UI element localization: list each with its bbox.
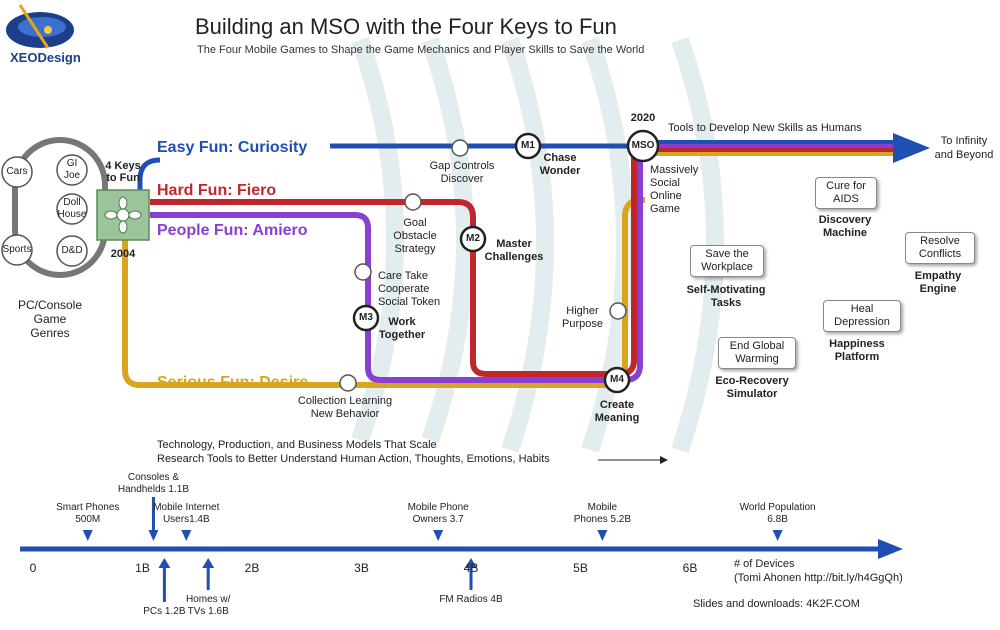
serious-fun-label: Serious Fun: Desire <box>157 374 309 391</box>
axis-marker-above <box>181 530 192 541</box>
stop-care-take <box>354 263 372 281</box>
mso-band-yellow <box>645 152 895 156</box>
stop-goal-label: Goal Obstacle Strategy <box>393 217 437 255</box>
axis-marker-above <box>148 530 159 541</box>
genre-dnd: D&D <box>61 245 83 256</box>
axis-marker-above <box>82 530 93 541</box>
goal-box-aids: Cure for AIDS <box>815 177 877 209</box>
milestone-m1-label: Chase Wonder <box>539 152 581 177</box>
genre-cars: Cars <box>6 166 28 177</box>
milestone-m3-label: Work Together <box>378 316 426 341</box>
axis-marker-above <box>433 530 444 541</box>
goal-box-conflicts: Resolve Conflicts <box>905 232 975 264</box>
axis-annotation-above: Mobile Internet Users1.4B <box>153 502 220 525</box>
logo-text: XEODesign <box>10 50 81 65</box>
goal-box-warming: End Global Warming <box>718 337 796 369</box>
hard-fun-label: Hard Fun: Fiero <box>157 182 277 199</box>
stop-collection-label: Collection Learning New Behavior <box>297 395 393 420</box>
axis-annotation-below: Homes w/ TVs 1.6B <box>185 594 231 617</box>
axis-marker-below <box>202 558 215 568</box>
axis-tick-label: 6B <box>682 561 698 575</box>
diagram-canvas: XEODesign Building an MSO with the Four … <box>0 0 1000 630</box>
devices-label: # of Devices (Tomi Ahonen http://bit.ly/… <box>734 558 903 584</box>
axis-tick-label: 3B <box>354 561 369 575</box>
page-subtitle: The Four Mobile Games to Shape the Game … <box>197 44 645 56</box>
milestone-m4-badge: M4 <box>610 374 624 385</box>
axis-marker-above <box>597 530 608 541</box>
tools-text: Tools to Develop New Skills as Humans <box>668 122 862 134</box>
axis-tick-label: 0 <box>29 561 37 575</box>
mso-year: 2020 <box>630 112 656 124</box>
axis-tick-label: 5B <box>573 561 588 575</box>
mso-label: Massively Social Online Game <box>650 164 699 215</box>
research-arrowhead <box>660 456 668 464</box>
milestone-m1-badge: M1 <box>521 140 535 151</box>
stop-purpose-label: Higher Purpose <box>562 305 603 330</box>
keys-label: 4 Keys to Fun <box>105 160 141 184</box>
infinity-label: To Infinity and Beyond <box>934 135 994 161</box>
axis-annotation-above: Mobile Phones 5.2B <box>573 502 632 525</box>
milestone-m2-label: Master Challenges <box>484 238 544 263</box>
easy-fun-label: Easy Fun: Curiosity <box>157 139 308 156</box>
goal-caption-depression: Happiness Platform <box>829 338 885 363</box>
stop-collection <box>339 374 357 392</box>
axis-tick-label: 2B <box>244 561 260 575</box>
infinity-arrowhead <box>893 133 930 163</box>
genre-sports: Sports <box>2 244 32 255</box>
axis-annotation-above: World Population 6.8B <box>739 502 816 525</box>
axis-annotation-above: Mobile Phone Owners 3.7 <box>407 502 469 525</box>
footer-link[interactable]: Slides and downloads: 4K2F.COM <box>693 598 860 610</box>
page-title: Building an MSO with the Four Keys to Fu… <box>195 14 617 39</box>
axis-annotation-below: FM Radios 4B <box>439 594 503 605</box>
axis-annotation-above: Consoles & Handhelds 1.1B <box>117 472 190 495</box>
goal-caption-conflicts: Empathy Engine <box>914 270 962 295</box>
tech-line-1: Technology, Production, and Business Mod… <box>157 439 437 451</box>
genre-gijoe: GI Joe <box>63 158 81 181</box>
mso-band-red <box>645 148 895 152</box>
genre-dollhouse: Doll House <box>57 197 87 220</box>
axis-marker-above <box>772 530 783 541</box>
xeodesign-logo-icon <box>6 4 74 49</box>
device-axis-arrowhead <box>878 539 903 559</box>
genres-caption: PC/Console Game Genres <box>17 298 83 340</box>
mso-band-purple <box>645 144 895 148</box>
milestone-m4-label: Create Meaning <box>594 399 640 424</box>
goal-caption-workplace: Self-Motivating Tasks <box>686 284 766 309</box>
stop-gap-controls <box>451 139 469 157</box>
stop-higher-purpose <box>609 302 627 320</box>
mso-band-blue <box>645 140 895 144</box>
axis-tick-label: 4B <box>463 561 479 575</box>
tech-line-2: Research Tools to Better Understand Huma… <box>157 453 550 465</box>
stop-care-label: Care Take Cooperate Social Token <box>378 270 441 308</box>
axis-annotation-above: Smart Phones 500M <box>56 502 120 525</box>
keys-year: 2004 <box>110 248 136 260</box>
axis-tick-label: 1B <box>135 561 150 575</box>
goal-box-workplace: Save the Workplace <box>690 245 764 277</box>
stop-gap-label: Gap Controls Discover <box>429 160 495 185</box>
stop-goal-obstacle <box>404 193 422 211</box>
people-fun-label: People Fun: Amiero <box>157 222 308 239</box>
goal-caption-warming: Eco-Recovery Simulator <box>715 375 789 400</box>
milestone-mso-badge: MSO <box>631 140 655 151</box>
goal-caption-aids: Discovery Machine <box>818 214 872 239</box>
goal-box-depression: Heal Depression <box>823 300 901 332</box>
axis-marker-below <box>158 558 171 568</box>
